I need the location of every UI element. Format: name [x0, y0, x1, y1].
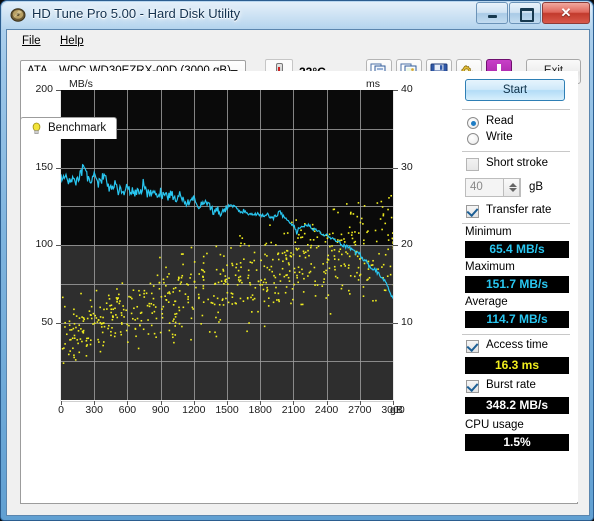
minimize-icon [488, 15, 497, 18]
menu-file[interactable]: File [17, 34, 46, 48]
x-axis-tick-mark [293, 401, 295, 405]
x-axis-tick-mark [359, 401, 361, 405]
transfer-rate-label: Transfer rate [486, 204, 552, 216]
y2-axis-tick-mark [393, 90, 398, 91]
menu-file-label: File [22, 35, 41, 47]
x-axis-tick-label: 3000 [381, 404, 405, 416]
radio-read-label: Read [486, 115, 514, 127]
bulb-icon [29, 121, 44, 136]
divider-3 [462, 223, 570, 224]
divider-2 [462, 151, 570, 152]
checkbox-short-stroke[interactable] [466, 158, 479, 171]
client-area: File Help ATA WDC WD30EZRX-00D (3000 gB)… [6, 29, 590, 516]
y-axis-tick-mark [56, 90, 61, 91]
average-value: 114.7 MB/s [465, 311, 569, 328]
y-axis-tick-label: 50 [41, 315, 53, 328]
radio-read[interactable] [467, 117, 479, 129]
short-stroke-unit-label: gB [529, 181, 544, 193]
divider-1 [462, 109, 570, 110]
x-axis-tick-mark [393, 401, 394, 405]
x-axis-tick-mark [227, 401, 228, 405]
x-axis-tick-mark [260, 401, 262, 405]
burst-rate-value: 348.2 MB/s [465, 397, 569, 414]
y-axis-tick-label: 150 [35, 160, 53, 173]
cpu-usage-value: 1.5% [465, 434, 569, 451]
checkbox-burst-rate[interactable] [466, 380, 479, 393]
maximize-icon [520, 8, 534, 22]
window-title: HD Tune Pro 5.00 - Hard Disk Utility [32, 6, 241, 21]
controls-panel: Start Read Write Short stroke 40 gB Tran… [456, 71, 578, 502]
close-icon: ✕ [560, 5, 572, 20]
y2-axis-tick-label: 10 [401, 315, 413, 328]
access-time-value: 16.3 ms [465, 357, 569, 374]
radio-write[interactable] [467, 133, 479, 145]
checkbox-access-time[interactable] [466, 340, 479, 353]
maximize-button[interactable] [509, 2, 541, 24]
y-axis-tick-label: 100 [35, 238, 53, 250]
titlebar: HD Tune Pro 5.00 - Hard Disk Utility ✕ [1, 1, 594, 29]
minimize-button[interactable] [476, 2, 508, 24]
y-axis-tick-mark [56, 322, 61, 324]
hdd-icon [10, 7, 26, 23]
spinner-down-icon[interactable] [509, 188, 517, 192]
spinner-up-icon[interactable] [509, 183, 517, 187]
maximum-value: 151.7 MB/s [465, 276, 569, 293]
y2-axis-tick-label: 20 [401, 238, 413, 250]
x-axis-tick-mark [127, 401, 129, 405]
short-stroke-spinner[interactable] [503, 178, 520, 197]
average-label: Average [465, 296, 508, 308]
caption-buttons: ✕ [476, 2, 591, 24]
y-axis-tick-label: 200 [35, 83, 53, 95]
x-axis-tick-mark [160, 401, 162, 405]
access-time-scatter [61, 194, 393, 364]
burst-rate-label: Burst rate [486, 379, 536, 391]
start-button[interactable]: Start [465, 79, 565, 101]
y2-axis-tick-mark [393, 245, 398, 246]
y-axis-unit-label: MB/s [69, 78, 93, 90]
y2-axis-tick-label: 40 [401, 83, 413, 95]
x-axis-tick-mark [94, 401, 96, 405]
y-axis-tick-mark [56, 245, 61, 246]
application-window: HD Tune Pro 5.00 - Hard Disk Utility ✕ F… [0, 0, 594, 521]
radio-write-label: Write [486, 131, 513, 143]
y2-axis-tick-label: 30 [401, 160, 413, 173]
minimum-label: Minimum [465, 226, 512, 238]
menu-help[interactable]: Help [55, 34, 89, 48]
tab-benchmark[interactable]: Benchmark [20, 117, 117, 139]
close-button[interactable]: ✕ [542, 2, 590, 24]
x-axis-tick-mark [61, 401, 62, 405]
cpu-usage-label: CPU usage [465, 419, 524, 431]
tab-benchmark-label: Benchmark [48, 122, 107, 134]
access-time-label: Access time [486, 339, 548, 351]
minimum-value: 65.4 MB/s [465, 241, 569, 258]
y-axis-tick-mark [56, 167, 61, 169]
short-stroke-label: Short stroke [486, 157, 548, 169]
y2-axis-unit-label: ms [366, 78, 380, 90]
y2-axis-tick-mark [393, 322, 398, 324]
divider-4 [462, 334, 570, 335]
x-axis-tick-mark [326, 401, 328, 405]
y2-axis-tick-mark [393, 167, 398, 169]
menubar: File Help [7, 30, 589, 52]
x-axis-tick-mark [193, 401, 195, 405]
checkbox-transfer-rate[interactable] [466, 205, 479, 218]
maximum-label: Maximum [465, 261, 515, 273]
menu-help-label: Help [60, 35, 84, 47]
